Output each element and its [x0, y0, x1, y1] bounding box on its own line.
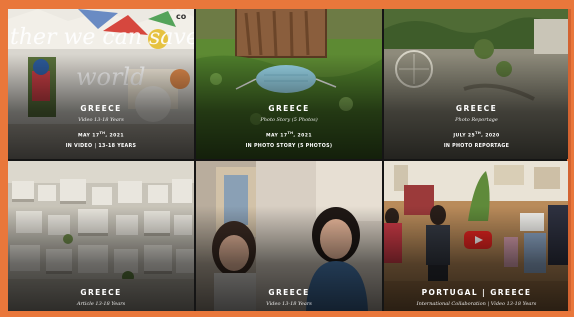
- tile-1-meta[interactable]: IN VIDEO | 13-18 YEARS: [8, 144, 194, 149]
- tile-2-subtitle: Photo Story (5 Photos): [260, 117, 318, 124]
- story-tile-2[interactable]: GREECE Photo Story (5 Photos) MAY 17TH, …: [196, 9, 382, 159]
- tile-1-subtitle: Video 13-18 Years: [78, 117, 124, 124]
- story-tile-6[interactable]: PORTUGAL | GREECE International Collabor…: [384, 161, 569, 311]
- tile-6-subtitle: International Collaboration | Video 13-1…: [416, 301, 537, 307]
- tile-5-caption: GREECE Video 13-18 Years: [196, 288, 382, 307]
- tile-1-caption: GREECE Video 13-18 Years MAY 17TH, 2021 …: [8, 104, 194, 149]
- tile-4-country[interactable]: GREECE: [8, 288, 194, 297]
- story-tile-5[interactable]: GREECE Video 13-18 Years: [196, 161, 382, 311]
- date-year: , 2021: [293, 134, 312, 139]
- tile-2-caption: GREECE Photo Story (5 Photos) MAY 17TH, …: [196, 104, 382, 149]
- tile-3-subtitle: Photo Reportage: [455, 117, 498, 124]
- overlay-line-1: ther we can save: [10, 25, 194, 50]
- tile-1-overlay-text-3: co: [176, 12, 187, 21]
- tile-3-date: JULY 25TH, 2020: [384, 131, 569, 139]
- story-grid: ther we can save world co GREECE Video 1…: [8, 9, 569, 311]
- tile-2-date: MAY 17TH, 2021: [196, 131, 382, 139]
- story-tile-3[interactable]: GREECE Photo Reportage JULY 25TH, 2020 I…: [384, 9, 569, 159]
- date-year: , 2020: [481, 134, 500, 139]
- tile-2-meta[interactable]: IN PHOTO STORY (5 PHOTOS): [196, 144, 382, 149]
- story-tile-1[interactable]: ther we can save world co GREECE Video 1…: [8, 9, 194, 159]
- tile-4-subtitle: Article 13-18 Years: [76, 301, 126, 307]
- tile-3-caption: GREECE Photo Reportage JULY 25TH, 2020 I…: [384, 104, 569, 149]
- tile-2-country[interactable]: GREECE: [196, 104, 382, 113]
- tile-3-country[interactable]: GREECE: [384, 104, 569, 113]
- date-text: MAY 17: [266, 134, 288, 139]
- tile-4-caption: GREECE Article 13-18 Years: [8, 288, 194, 307]
- tile-1-date: MAY 17TH, 2021: [8, 131, 194, 139]
- tile-6-country[interactable]: PORTUGAL | GREECE: [384, 288, 569, 297]
- scrollbar[interactable]: [568, 9, 571, 311]
- tile-1-country[interactable]: GREECE: [8, 104, 194, 113]
- date-year: , 2021: [105, 134, 124, 139]
- date-text: JULY 25: [453, 134, 476, 139]
- tile-5-country[interactable]: GREECE: [196, 288, 382, 297]
- tile-3-meta[interactable]: IN PHOTO REPORTAGE: [384, 144, 569, 149]
- tile-1-overlay-text: ther we can save: [10, 25, 194, 50]
- story-tile-4[interactable]: GREECE Article 13-18 Years: [8, 161, 194, 311]
- tile-6-caption: PORTUGAL | GREECE International Collabor…: [384, 288, 569, 307]
- date-text: MAY 17: [78, 134, 100, 139]
- tile-5-subtitle: Video 13-18 Years: [266, 301, 312, 307]
